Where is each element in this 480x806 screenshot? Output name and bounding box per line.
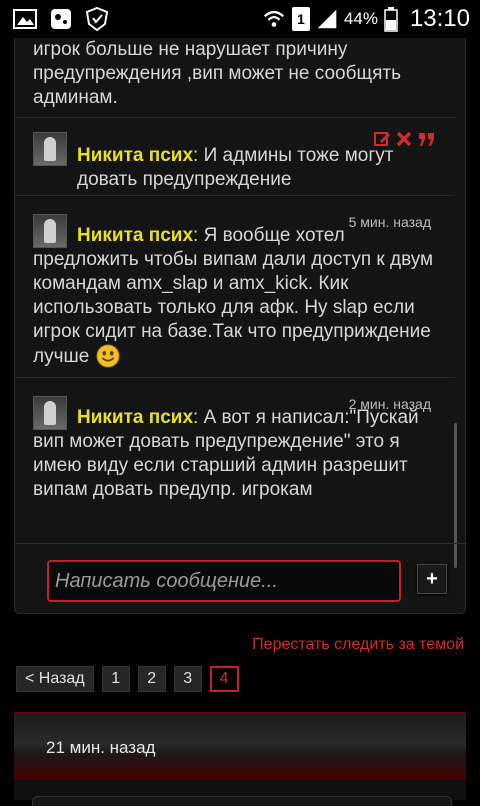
page-button-current[interactable]: 4 xyxy=(209,666,239,692)
status-bar: 1 44% 13:10 xyxy=(0,0,480,38)
message-item: 2 мин. назад Никита псих: А вот я написа… xyxy=(15,378,455,543)
message-text: Никита псих: Я вообще хотел предложить ч… xyxy=(33,224,453,369)
pagination: < Назад 1 2 3 4 xyxy=(16,666,239,692)
wifi-icon xyxy=(263,10,284,27)
compose-bar: + xyxy=(15,543,467,613)
clock: 13:10 xyxy=(409,5,470,32)
delete-icon[interactable] xyxy=(395,130,413,148)
page-button[interactable]: 3 xyxy=(173,666,202,692)
message-item: игрок больше не нарушает причину предупр… xyxy=(15,38,455,118)
gallery-icon xyxy=(13,9,37,29)
quote-icon[interactable] xyxy=(417,130,437,148)
signal-icon xyxy=(317,9,337,29)
message-text: игрок больше не нарушает причину предупр… xyxy=(33,39,402,108)
send-button[interactable]: + xyxy=(417,564,447,594)
next-thread-body xyxy=(32,796,452,806)
next-thread-block: 21 мин. назад xyxy=(14,712,466,806)
message-text: Никита псих: И админы тоже могут довать … xyxy=(77,144,397,192)
smiley-icon xyxy=(96,344,120,368)
next-thread-header[interactable]: 21 мин. назад xyxy=(14,714,466,780)
message-item: 5 мин. назад Никита псих: Я вообще хотел… xyxy=(15,196,455,378)
message-body: : Я вообще хотел предложить чтобы випам … xyxy=(33,225,434,367)
game-controller-icon xyxy=(51,9,71,29)
message-item: Никита псих: И админы тоже могут довать … xyxy=(15,118,455,196)
message-text: Никита псих: А вот я написал:"Пускай вип… xyxy=(33,406,443,502)
avatar xyxy=(33,132,67,166)
page-button[interactable]: 1 xyxy=(101,666,130,692)
next-thread-time: 21 мин. назад xyxy=(46,738,156,757)
message-input[interactable] xyxy=(47,560,401,602)
page-button[interactable]: 2 xyxy=(137,666,166,692)
back-button[interactable]: < Назад xyxy=(16,666,94,692)
battery-percent: 44% xyxy=(343,9,378,28)
sim-slot-badge: 1 xyxy=(291,7,310,31)
chat-panel: игрок больше не нарушает причину предупр… xyxy=(14,38,467,614)
shield-app-icon xyxy=(85,6,109,32)
battery-icon xyxy=(384,7,398,32)
message-author[interactable]: Никита псих xyxy=(77,225,193,246)
message-author[interactable]: Никита псих xyxy=(77,407,193,428)
unfollow-link[interactable]: Перестать следить за темой xyxy=(252,636,464,654)
message-author[interactable]: Никита псих xyxy=(77,145,193,166)
